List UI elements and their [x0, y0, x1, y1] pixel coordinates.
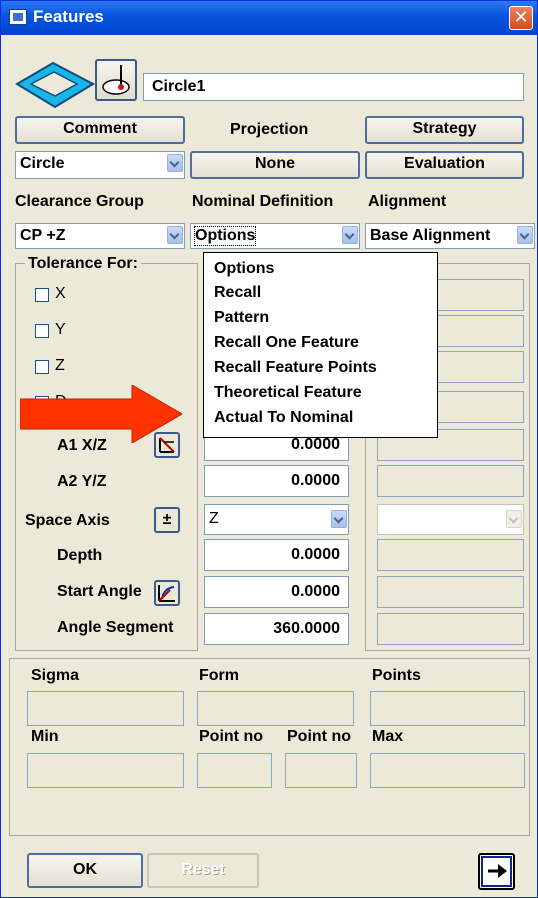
depth-label: Depth [57, 547, 103, 564]
min-field [27, 753, 184, 788]
form-label: Form [199, 667, 239, 684]
features-window: Features ✕ Circle1 Comment Projection St… [0, 0, 538, 898]
right-field-7 [377, 539, 524, 571]
next-arrow-icon [481, 856, 512, 887]
sigma-field [27, 691, 184, 726]
dropdown-item-theoretical-feature[interactable]: Theoretical Feature [214, 384, 362, 402]
max-label: Max [372, 728, 404, 745]
evaluation-button[interactable]: Evaluation [365, 151, 524, 179]
clearance-group-header: Clearance Group [15, 193, 144, 210]
depth-value: 0.0000 [291, 546, 340, 563]
alignment-header: Alignment [368, 193, 447, 210]
feature-name-text: Circle1 [152, 78, 206, 95]
angle-segment-value: 360.0000 [273, 620, 340, 637]
points-field [370, 691, 525, 726]
feature-type-combo[interactable]: Circle [15, 151, 185, 179]
features-window-icon [9, 9, 27, 25]
plus-minus-button[interactable]: ± [154, 507, 180, 533]
space-axis-2-combo [377, 504, 524, 535]
next-button[interactable] [478, 853, 515, 890]
point-no-2-field [285, 753, 357, 788]
point-no-2-label: Point no [287, 728, 351, 745]
chevron-down-icon[interactable] [342, 226, 358, 244]
tolerance-y-label: Y [55, 321, 66, 338]
sigma-label: Sigma [31, 667, 80, 684]
start-angle-value: 0.0000 [291, 583, 340, 600]
start-angle-button[interactable] [154, 580, 180, 606]
clearance-group-value: CP +Z [20, 227, 66, 244]
results-groupbox [9, 658, 530, 836]
chevron-down-icon[interactable] [517, 226, 533, 244]
depth-value-field[interactable]: 0.0000 [204, 539, 349, 571]
dropdown-item-options[interactable]: Options [214, 260, 274, 278]
dropdown-item-recall-one-feature[interactable]: Recall One Feature [214, 334, 359, 352]
probe-button[interactable] [95, 59, 137, 101]
min-label: Min [31, 728, 59, 745]
circle-feature-icon [15, 61, 95, 109]
strategy-button[interactable]: Strategy [365, 116, 524, 144]
title-bar: Features ✕ [1, 1, 537, 35]
a2-value-field[interactable]: 0.0000 [204, 465, 349, 497]
comment-button[interactable]: Comment [15, 116, 185, 144]
space-axis-value: Z [209, 510, 219, 527]
plus-minus-icon: ± [162, 511, 172, 528]
projection-label: Projection [230, 121, 309, 138]
tolerance-x-checkbox[interactable] [35, 288, 49, 302]
alignment-value: Base Alignment [370, 227, 491, 244]
a1-value: 0.0000 [291, 436, 340, 453]
nominal-definition-dropdown: Options Recall Pattern Recall One Featur… [203, 252, 438, 438]
clearance-group-combo[interactable]: CP +Z [15, 223, 185, 249]
alignment-combo[interactable]: Base Alignment [365, 223, 535, 249]
right-field-9 [377, 613, 524, 645]
nominal-definition-combo[interactable]: Options [190, 223, 360, 249]
chevron-down-icon[interactable] [331, 510, 347, 528]
right-field-8 [377, 576, 524, 608]
tolerance-z-checkbox[interactable] [35, 360, 49, 374]
point-no-1-label: Point no [199, 728, 263, 745]
close-button[interactable]: ✕ [509, 6, 533, 30]
chevron-down-icon[interactable] [167, 226, 183, 244]
dropdown-item-actual-to-nominal[interactable]: Actual To Nominal [214, 409, 353, 427]
chevron-down-icon[interactable] [167, 154, 183, 172]
projection-none-button[interactable]: None [190, 151, 360, 179]
probe-icon [102, 65, 130, 95]
a2-value: 0.0000 [291, 472, 340, 489]
start-angle-icon [158, 585, 175, 602]
dropdown-item-recall[interactable]: Recall [214, 284, 261, 302]
angle-segment-value-field[interactable]: 360.0000 [204, 613, 349, 645]
tolerance-y-checkbox[interactable] [35, 324, 49, 338]
feature-type-value: Circle [20, 155, 65, 172]
start-angle-label: Start Angle [57, 583, 142, 600]
feature-name-field[interactable]: Circle1 [143, 73, 524, 101]
tolerance-z-label: Z [55, 357, 65, 374]
a2-label: A2 Y/Z [57, 473, 107, 490]
start-angle-value-field[interactable]: 0.0000 [204, 576, 349, 608]
space-axis-combo[interactable]: Z [204, 504, 349, 535]
tolerance-x-label: X [55, 285, 66, 302]
chevron-down-icon [506, 510, 522, 528]
annotation-arrow-icon [20, 385, 182, 443]
dropdown-item-recall-feature-points[interactable]: Recall Feature Points [214, 359, 377, 377]
angle-segment-label: Angle Segment [57, 619, 174, 636]
max-field [370, 753, 525, 788]
nominal-definition-header: Nominal Definition [192, 193, 334, 210]
form-field [197, 691, 354, 726]
tolerance-legend: Tolerance For: [25, 255, 141, 273]
space-axis-label: Space Axis [25, 512, 110, 529]
nominal-definition-value: Options [193, 226, 257, 246]
points-label: Points [372, 667, 421, 684]
window-title: Features [33, 7, 104, 26]
dropdown-item-pattern[interactable]: Pattern [214, 309, 269, 327]
ok-button[interactable]: OK [27, 853, 143, 888]
reset-button: Reset [147, 853, 259, 888]
point-no-1-field [197, 753, 272, 788]
right-field-6 [377, 465, 524, 497]
